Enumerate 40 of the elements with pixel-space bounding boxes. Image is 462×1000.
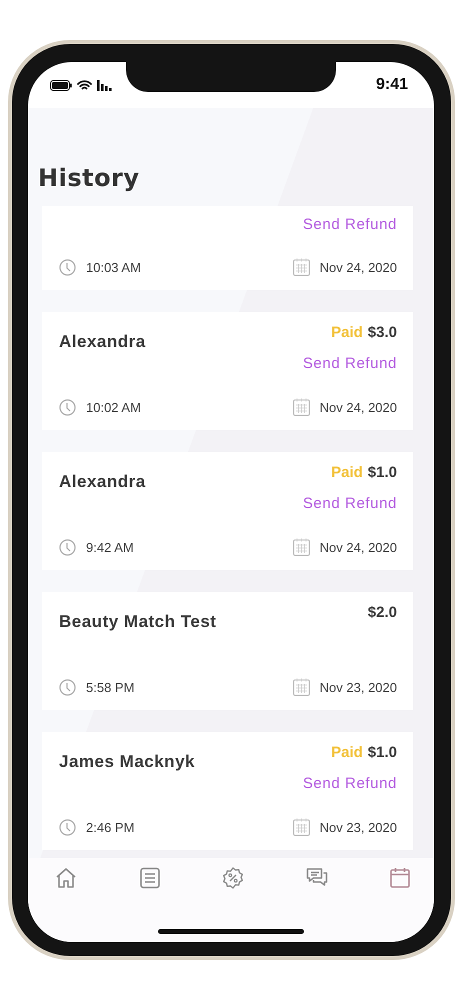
transaction-time: 2:46 PM xyxy=(86,820,134,834)
signal-icon xyxy=(97,80,113,90)
calendar-icon xyxy=(292,398,310,416)
transaction-time: 5:58 PM xyxy=(86,680,134,694)
send-refund-link[interactable]: Send Refund xyxy=(302,775,397,792)
transaction-time: 10:03 AM xyxy=(86,260,141,274)
send-refund-link[interactable]: Send Refund xyxy=(302,355,397,372)
customer-name: James Macknyk xyxy=(59,752,195,772)
battery-icon xyxy=(50,80,72,90)
customer-name: Beauty Match Test xyxy=(59,612,216,632)
clock-icon xyxy=(59,818,76,836)
customer-name: Alexandra xyxy=(59,332,146,352)
send-refund-link[interactable]: Send Refund xyxy=(302,216,397,233)
calendar-icon xyxy=(292,678,310,696)
transaction-date: Nov 23, 2020 xyxy=(320,680,397,694)
status-time: 9:41 xyxy=(376,76,408,94)
transaction-date: Nov 24, 2020 xyxy=(320,540,397,554)
send-refund-link[interactable]: Send Refund xyxy=(302,495,397,512)
clock-icon xyxy=(59,678,76,696)
clock-icon xyxy=(59,258,76,276)
transaction-time: 9:42 AM xyxy=(86,540,134,554)
transaction-date: Nov 24, 2020 xyxy=(320,400,397,414)
calendar-icon xyxy=(292,818,310,836)
transaction-time: 10:02 AM xyxy=(86,400,141,414)
clock-icon xyxy=(59,538,76,556)
amount: $2.0 xyxy=(368,604,397,621)
calendar-icon xyxy=(292,258,310,276)
wifi-icon xyxy=(77,80,92,90)
paid-status: Paid xyxy=(331,324,363,341)
amount: $1.0 xyxy=(368,744,397,761)
page-title: History xyxy=(38,164,141,192)
paid-status: Paid xyxy=(331,464,363,481)
transaction-date: Nov 24, 2020 xyxy=(320,260,397,274)
clock-icon xyxy=(59,398,76,416)
amount: $1.0 xyxy=(368,464,397,481)
transaction-date: Nov 23, 2020 xyxy=(320,820,397,834)
paid-status: Paid xyxy=(331,744,363,761)
customer-name: Alexandra xyxy=(59,472,146,492)
calendar-icon xyxy=(292,538,310,556)
amount: $3.0 xyxy=(368,324,397,341)
